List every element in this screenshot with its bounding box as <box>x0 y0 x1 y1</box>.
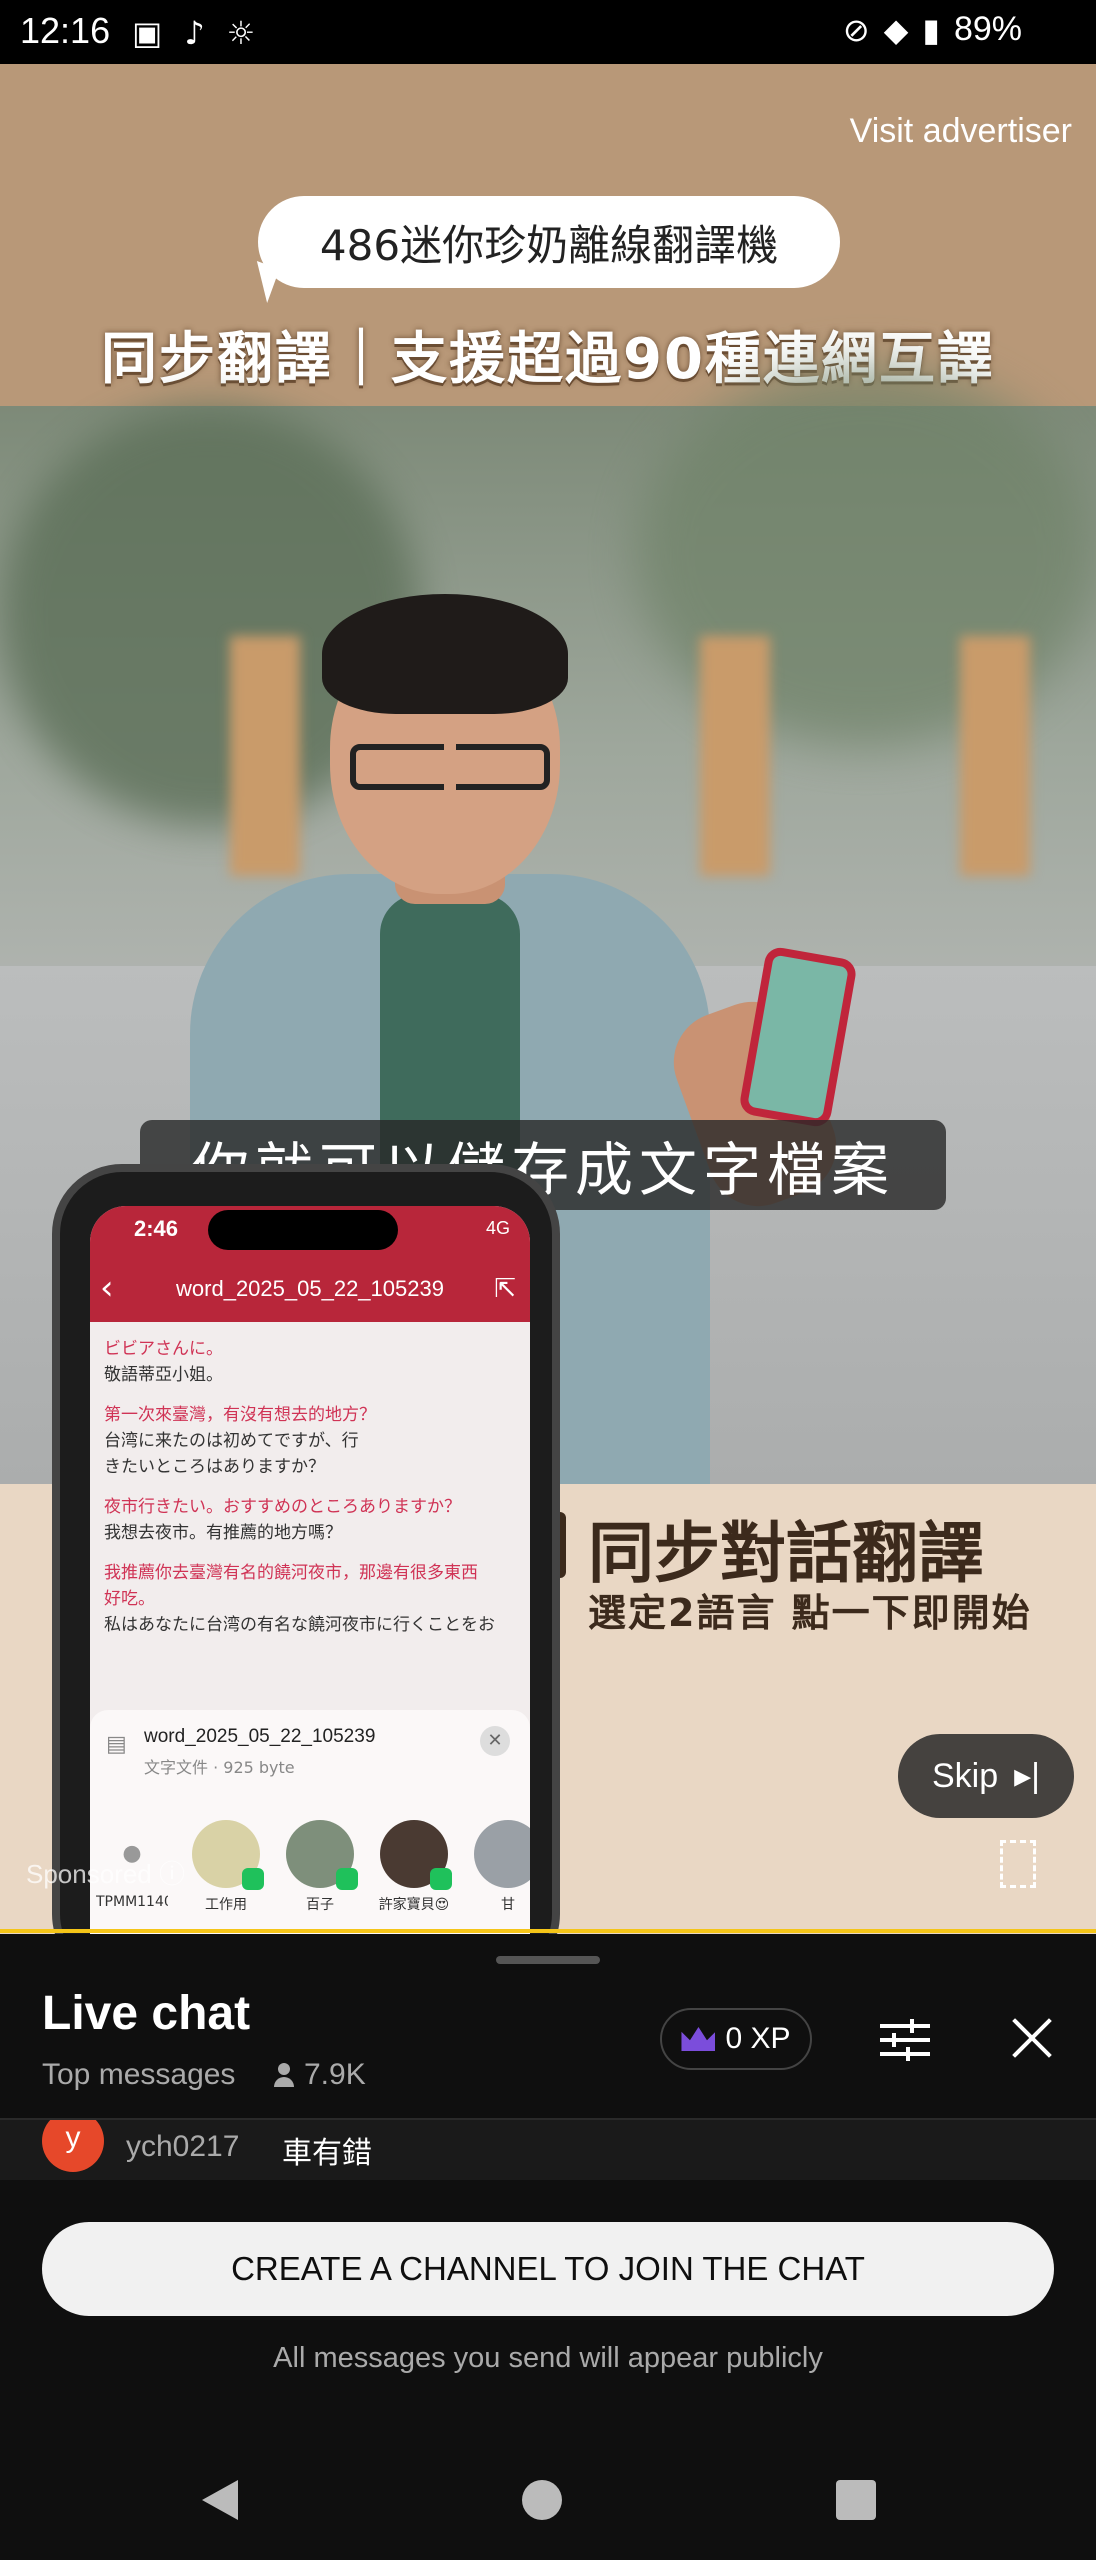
contact-avatar <box>192 1820 264 1890</box>
phone-time: 2:46 <box>134 1216 179 1241</box>
contact-name: 甘 <box>501 1897 515 1913</box>
sponsored-text: Sponsored <box>26 1859 152 1889</box>
drag-handle[interactable] <box>496 1956 600 1964</box>
transcript-line: 敬語蒂亞小姐。 <box>104 1365 223 1385</box>
system-nav-bar <box>0 2440 1096 2560</box>
transcript-line: 我想去夜市。有推薦的地方嗎？ <box>104 1523 342 1543</box>
background-pillar <box>230 636 300 876</box>
nav-recents-icon[interactable] <box>836 2480 876 2520</box>
status-bar: 12:16 ▣ ♪ ☼ ⊘ ◆ ▮ 89% <box>0 0 1096 64</box>
share-icon: ⇱ <box>494 1274 516 1304</box>
share-file-name: word_2025_05_22_105239 <box>144 1726 376 1747</box>
close-icon: ✕ <box>480 1726 510 1756</box>
crown-icon <box>681 2027 716 2051</box>
phone-app-header: ‹ word_2025_05_22_105239 ⇱ <box>90 1258 530 1322</box>
chat-message: y ych0217 車有錯 <box>0 2120 1096 2180</box>
fullscreen-icon[interactable] <box>1000 1840 1036 1888</box>
viewer-count: 7.9K <box>274 2058 366 2092</box>
battery-level: 89% <box>953 10 1022 48</box>
skip-label: Skip <box>931 1756 999 1795</box>
contact-name: 許家寶貝😍 <box>378 1897 450 1913</box>
chat-settings-icon[interactable] <box>880 2016 930 2062</box>
transcript-line: ビビアさんに。 <box>104 1339 223 1359</box>
skip-next-icon: ▸| <box>1014 1757 1041 1795</box>
background-pillar <box>960 636 1030 876</box>
presenter-glasses <box>350 744 550 790</box>
promo-subtitle: 選定2語言 點一下即開始 <box>588 1591 1032 1635</box>
viewer-count-value: 7.9K <box>304 2058 366 2091</box>
person-icon <box>274 2061 294 2089</box>
transcript-line: 私はあなたに台湾の有名な饒河夜市に行くことをお <box>104 1615 495 1635</box>
phone-file-title: word_2025_05_22_105239 <box>176 1276 444 1301</box>
ad-progress-bar <box>0 1929 1096 1933</box>
visit-advertiser-link[interactable]: Visit advertiser <box>850 112 1072 151</box>
contact-avatar <box>474 1820 530 1888</box>
background-pillar <box>700 636 770 876</box>
dynamic-island <box>208 1210 398 1250</box>
close-chat-icon[interactable] <box>1010 2016 1054 2060</box>
line-app-icon <box>430 1868 452 1890</box>
transcript-line: きたいところはありますか？ <box>104 1457 325 1477</box>
avatar[interactable]: y <box>42 2120 104 2172</box>
transcript-line: 第一次來臺灣，有沒有想去的地方？ <box>104 1405 376 1425</box>
contact-name: TPMM11401 003 <box>96 1894 168 1910</box>
phone-network: 4G <box>485 1218 510 1238</box>
phone-mockup: 2:46 4G ‹ word_2025_05_22_105239 ⇱ ビビアさん… <box>52 1164 560 1934</box>
ad-video-player[interactable]: Visit advertiser 486迷你珍奶離線翻譯機 同步翻譯｜支援超過9… <box>0 64 1096 1934</box>
nfc-icon: ▣ <box>132 14 163 52</box>
wifi-icon: ◆ <box>883 11 909 48</box>
transcript-line: 台湾に来たのは初めてですが、行 <box>104 1431 359 1451</box>
ad-bubble-text: 486迷你珍奶離線翻譯機 <box>258 196 840 288</box>
nav-back-icon[interactable] <box>202 2480 238 2520</box>
nav-home-icon[interactable] <box>522 2480 562 2520</box>
share-contact: 百子 <box>284 1820 358 1914</box>
contact-avatar <box>286 1820 358 1890</box>
phone-screen: 2:46 4G ‹ word_2025_05_22_105239 ⇱ ビビアさん… <box>90 1206 530 1934</box>
phone-status-bar: 2:46 4G <box>90 1206 530 1258</box>
transcript-line: 夜市行きたい。おすすめのところありますか？ <box>104 1497 461 1517</box>
share-file-meta: 文字文件 · 925 byte <box>144 1758 295 1777</box>
contact-name: 百子 <box>306 1897 334 1913</box>
skip-ad-button[interactable]: Skip ▸| <box>898 1734 1074 1818</box>
message-author[interactable]: ych0217 <box>126 2130 239 2164</box>
transcript-line: 好吃。 <box>104 1589 155 1609</box>
presenter-hair <box>322 594 568 714</box>
contact-name: 工作用 <box>205 1897 247 1913</box>
public-note: All messages you send will appear public… <box>273 2342 823 2374</box>
share-contact: 工作用 <box>190 1820 264 1914</box>
chat-filter-dropdown[interactable]: Top messages <box>42 2058 235 2092</box>
xp-value: 0 XP <box>725 2022 791 2055</box>
transcript: ビビアさんに。 敬語蒂亞小姐。 第一次來臺灣，有沒有想去的地方？ 台湾に来たのは… <box>104 1336 518 1638</box>
xp-button[interactable]: 0 XP <box>660 2008 812 2070</box>
lightbulb-icon: ☼ <box>226 14 256 52</box>
share-contact: 甘 <box>472 1820 530 1914</box>
line-app-icon <box>336 1868 358 1890</box>
document-icon: ▤ <box>106 1732 127 1757</box>
bell-off-icon: ⊘ <box>842 11 870 48</box>
create-channel-button[interactable]: CREATE A CHANNEL TO JOIN THE CHAT <box>42 2222 1054 2316</box>
live-chat-title: Live chat <box>42 1987 251 2040</box>
info-icon: ⓘ <box>159 1859 186 1889</box>
status-time: 12:16 <box>20 10 111 51</box>
music-note-icon: ♪ <box>184 14 205 52</box>
contact-avatar <box>380 1820 452 1890</box>
share-contact: 許家寶貝😍 <box>378 1820 452 1914</box>
sponsored-label[interactable]: Sponsored ⓘ <box>26 1854 185 1891</box>
line-app-icon <box>242 1868 264 1890</box>
system-icons: ⊘ ◆ ▮ 89% <box>843 10 1022 49</box>
message-text: 車有錯 <box>282 2136 372 2171</box>
share-sheet: ▤ word_2025_05_22_105239 文字文件 · 925 byte… <box>90 1710 530 1934</box>
notification-icons: ▣ ♪ ☼ <box>132 14 255 52</box>
transcript-line: 我推薦你去臺灣有名的饒河夜市，那邊有很多東西 <box>104 1563 478 1583</box>
battery-charging-icon: ▮ <box>922 11 940 48</box>
